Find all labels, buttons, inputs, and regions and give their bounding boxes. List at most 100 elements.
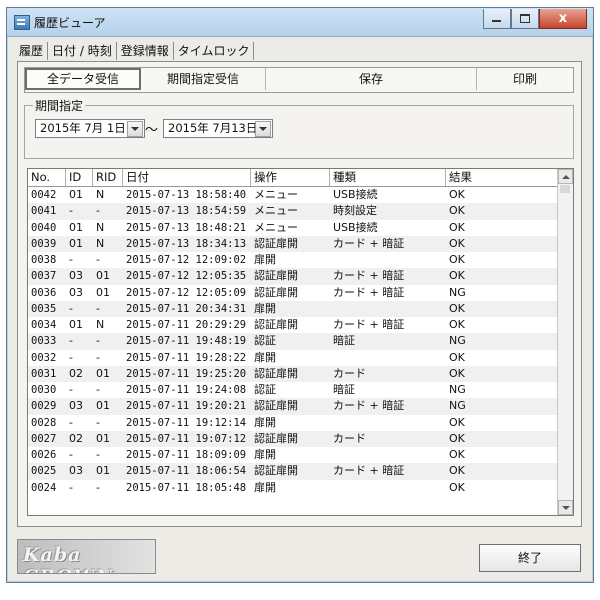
vertical-scrollbar[interactable] xyxy=(557,169,573,515)
receive-period-button[interactable]: 期間指定受信 xyxy=(141,68,266,90)
table-row[interactable]: 0036 03 01 2015-07-12 12:05:09 認証扉開 カード + 暗証 N… xyxy=(28,285,557,301)
cell-rid: 01 xyxy=(96,431,110,445)
table-row[interactable]: 0039 01 N 2015-07-13 18:34:13 認証扉開 カード + 暗証 OK xyxy=(28,235,557,252)
cell-rid: - xyxy=(96,253,100,266)
cell-rid: - xyxy=(96,383,100,396)
date-to-picker[interactable]: 2015年 7月13日 xyxy=(163,119,273,138)
cell-date: 2015-07-12 12:09:02 xyxy=(126,254,247,266)
cell-result: OK xyxy=(449,431,465,445)
table-row[interactable]: 0030- -2015-07-11 19:24:08 認証 暗証 NG xyxy=(28,382,557,398)
cell-id: - xyxy=(69,204,73,218)
cell-result: NG xyxy=(449,334,466,348)
col-id[interactable]: ID xyxy=(66,169,93,186)
print-button[interactable]: 印刷 xyxy=(477,68,573,90)
cell-operation: 扉開 xyxy=(254,480,276,494)
table-row[interactable]: 0042 01 N 2015-07-13 18:58:40 メニュー USB接続 OK xyxy=(28,187,557,203)
table-row[interactable]: 0031 02 01 2015-07-11 19:25:20 認証扉開 カード OK xyxy=(28,365,557,382)
tab-history[interactable]: 履歴 xyxy=(17,42,49,60)
maximize-icon xyxy=(520,14,530,23)
window-title: 履歴ビューア xyxy=(34,16,106,30)
cell-operation: 認証扉開 xyxy=(254,285,298,299)
cell-operation: 扉開 xyxy=(254,448,276,461)
table-row[interactable]: 0026- -2015-07-11 18:09:09 扉開 OK xyxy=(28,447,557,463)
cell-id: 01 xyxy=(69,220,83,234)
table-row[interactable]: 0024- -2015-07-11 18:05:48 扉開 OK xyxy=(28,480,557,496)
cell-id: 03 xyxy=(69,464,83,478)
table-row[interactable]: 0038- -2015-07-12 12:09:02 扉開 OK xyxy=(28,252,557,268)
cell-date: 2015-07-13 18:54:59 xyxy=(126,205,247,218)
table-row[interactable]: 0033- -2015-07-11 19:48:19 認証 暗証 NG xyxy=(28,333,557,350)
table-row[interactable]: 0040 01 N 2015-07-13 18:48:21 メニュー USB接続 OK xyxy=(28,220,557,236)
tab-date-time[interactable]: 日付 / 時刻 xyxy=(48,42,117,60)
receive-all-button[interactable]: 全データ受信 xyxy=(25,68,141,90)
cell-rid: N xyxy=(96,188,105,201)
cell-operation: 認証扉開 xyxy=(254,399,298,413)
cell-rid: - xyxy=(96,415,100,429)
exit-button[interactable]: 終了 xyxy=(479,544,581,572)
col-rid[interactable]: RID xyxy=(93,169,123,186)
table-row[interactable]: 0029 03 01 2015-07-11 19:20:21 認証扉開 カード + 暗証 N… xyxy=(28,398,557,415)
cell-rid: - xyxy=(96,204,100,218)
table-row[interactable]: 0032- -2015-07-11 19:28:22 扉開 OK xyxy=(28,350,557,366)
cell-id: 01 xyxy=(69,236,83,250)
cell-type xyxy=(330,480,446,496)
cell-rid: - xyxy=(96,448,100,461)
cell-date: 2015-07-12 12:05:09 xyxy=(126,286,247,299)
history-table: No. ID RID 日付 操作 種類 結果 0042 01 N 2015-07-13… xyxy=(27,168,574,516)
cell-no: 0042 xyxy=(31,189,57,201)
cell-no: 0033 xyxy=(31,335,57,348)
table-row[interactable]: 0034 01 N 2015-07-11 20:29:29 認証扉開 カード + 暗証 OK xyxy=(28,317,557,333)
cell-no: 0039 xyxy=(31,237,57,250)
tab-registration[interactable]: 登録情報 xyxy=(117,42,174,60)
cell-type: カード + 暗証 xyxy=(333,464,405,478)
scroll-down-icon[interactable] xyxy=(558,500,573,515)
cell-no: 0030 xyxy=(31,384,57,396)
cell-id: 02 xyxy=(69,366,83,380)
cell-result: OK xyxy=(449,448,465,461)
cell-rid: 01 xyxy=(96,464,110,478)
table-row[interactable]: 0035- -2015-07-11 20:34:31 扉開 OK xyxy=(28,300,557,317)
date-from-picker[interactable]: 2015年 7月 1日 xyxy=(35,119,145,138)
cell-type: カード + 暗証 xyxy=(333,318,405,331)
cell-no: 0024 xyxy=(31,481,57,494)
cell-date: 2015-07-11 20:29:29 xyxy=(126,319,247,331)
date-from-value: 2015年 7月 1日 xyxy=(40,121,126,135)
save-button[interactable]: 保存 xyxy=(266,68,477,90)
minimize-icon xyxy=(492,20,501,22)
table-row[interactable]: 0037 03 01 2015-07-12 12:05:35 認証扉開 カード + 暗証 O… xyxy=(28,268,557,285)
table-row[interactable]: 0027 02 01 2015-07-11 19:07:12 認証扉開 カード OK xyxy=(28,430,557,447)
cell-result: OK xyxy=(449,253,465,266)
scroll-thumb[interactable] xyxy=(560,185,570,193)
cell-type: 暗証 xyxy=(333,383,355,396)
tab-time-lock[interactable]: タイムロック xyxy=(174,42,255,60)
col-no[interactable]: No. xyxy=(28,169,66,186)
brand-logo: Kaba CROWN xyxy=(17,539,156,574)
cell-operation: 認証 xyxy=(254,383,276,396)
table-row[interactable]: 0025 03 01 2015-07-11 18:06:54 認証扉開 カード + 暗証 O… xyxy=(28,463,557,480)
table-row[interactable]: 0041- -2015-07-13 18:54:59 メニュー 時刻設定 OK xyxy=(28,203,557,220)
col-date[interactable]: 日付 xyxy=(123,169,251,186)
date-to-value: 2015年 7月13日 xyxy=(168,121,258,135)
title-bar[interactable]: 履歴ビューア x xyxy=(7,8,593,37)
brand-logo-text: Kaba CROWN xyxy=(23,544,113,573)
scroll-up-icon[interactable] xyxy=(558,169,573,184)
chevron-down-icon[interactable] xyxy=(255,121,271,137)
cell-no: 0036 xyxy=(31,286,57,299)
maximize-button[interactable] xyxy=(511,9,539,29)
cell-no: 0031 xyxy=(31,367,57,380)
cell-type xyxy=(330,301,446,317)
cell-type: USB接続 xyxy=(333,188,378,201)
cell-rid: 01 xyxy=(96,399,110,413)
cell-operation: 認証扉開 xyxy=(254,269,298,283)
cell-result: NG xyxy=(449,285,466,299)
col-type[interactable]: 種類 xyxy=(330,169,446,186)
minimize-button[interactable] xyxy=(483,9,511,29)
col-operation[interactable]: 操作 xyxy=(251,169,330,186)
col-result[interactable]: 結果 xyxy=(446,169,557,186)
close-button[interactable]: x xyxy=(539,9,587,29)
cell-result: NG xyxy=(449,399,466,413)
table-row[interactable]: 0028- -2015-07-11 19:12:14 扉開 OK xyxy=(28,415,557,431)
chevron-down-icon[interactable] xyxy=(127,121,143,137)
cell-date: 2015-07-11 19:48:19 xyxy=(126,335,247,348)
table-body: 0042 01 N 2015-07-13 18:58:40 メニュー USB接続 OK 004… xyxy=(28,187,557,496)
